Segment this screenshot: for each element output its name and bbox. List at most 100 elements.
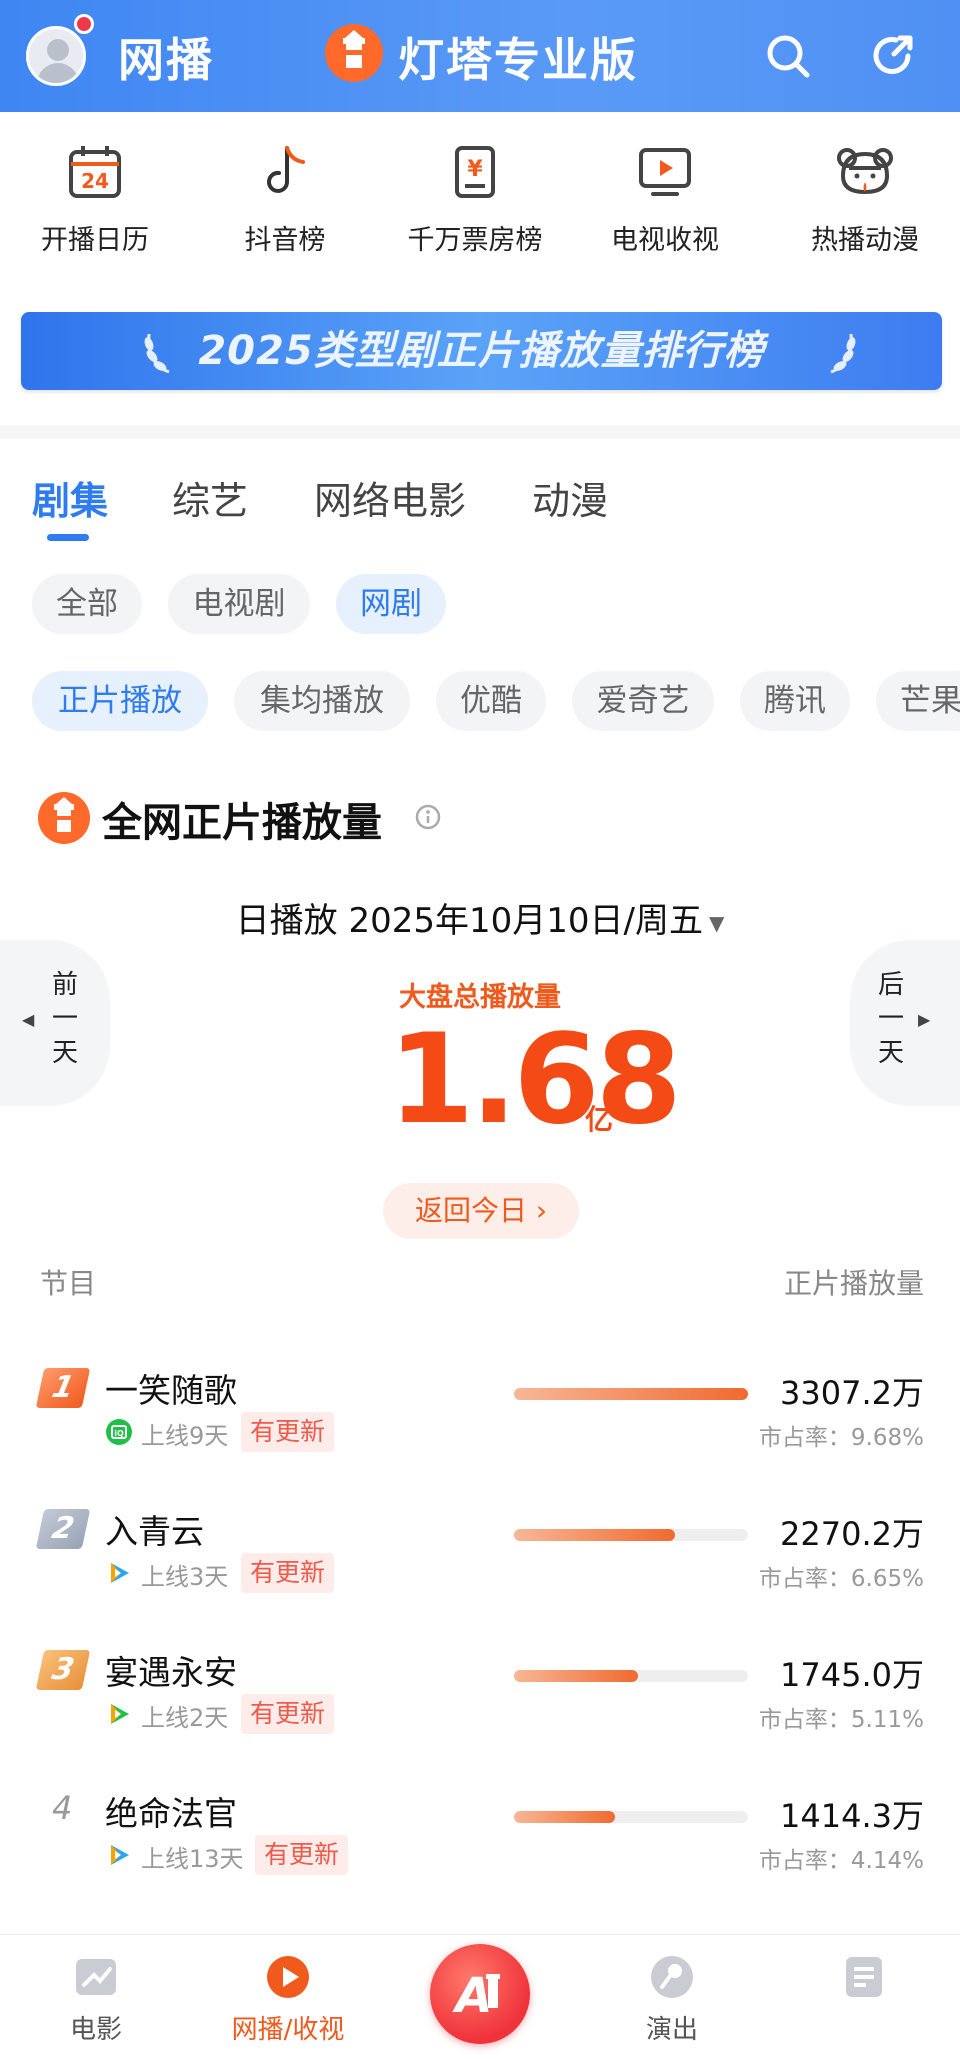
nav-item-more[interactable] [784, 1953, 944, 2009]
quick-item-tiktok[interactable]: 抖音榜 [190, 130, 380, 257]
market-share: 市占率：5.11% [758, 1707, 924, 1733]
svg-text:iQ: iQ [114, 1429, 124, 1438]
tab-anime[interactable]: 动漫 [532, 470, 608, 525]
filter-tv-drama[interactable]: 电视剧 [168, 574, 310, 634]
filter-mango[interactable]: 芒果 [876, 671, 960, 731]
update-badge: 有更新 [241, 1553, 335, 1593]
info-icon[interactable] [414, 803, 442, 831]
svg-text:24: 24 [81, 169, 109, 193]
filter-tencent[interactable]: 腾讯 [740, 671, 850, 731]
column-header-program: 节目 [40, 1267, 97, 1300]
quick-item-label: 电视收视 [611, 225, 719, 256]
market-share: 市占率：6.65% [758, 1566, 924, 1592]
caret-down-icon: ▼ [708, 910, 725, 935]
online-days: 上线3天 [141, 1563, 229, 1591]
show-name: 宴遇永安 [105, 1653, 237, 1692]
online-days: 上线2天 [141, 1704, 229, 1732]
avatar[interactable] [26, 26, 86, 86]
microphone-icon [648, 1953, 696, 2001]
views-amount: 1414.3万 [780, 1797, 924, 1835]
tencent-video-icon [105, 1700, 133, 1728]
share-icon[interactable] [866, 30, 918, 82]
calendar-icon: 24 [63, 140, 127, 204]
column-header-views: 正片播放量 [783, 1267, 924, 1300]
update-badge: 有更新 [241, 1412, 335, 1452]
update-badge: 有更新 [241, 1694, 335, 1734]
show-name: 绝命法官 [105, 1794, 237, 1833]
notification-dot [74, 14, 94, 34]
search-icon[interactable] [762, 30, 814, 82]
nav-item-film[interactable]: 电影 [16, 1953, 176, 2046]
rank-badge: 1 [35, 1368, 91, 1408]
quick-item-calendar[interactable]: 24 开播日历 [0, 130, 190, 257]
table-row[interactable]: 1 一笑随歌 iQ 上线9天 有更新 3307.2万 市占率：9.68% [0, 1354, 960, 1494]
show-name: 入青云 [105, 1512, 204, 1551]
nav-label: 电影 [69, 2015, 122, 2045]
category-tabs: 剧集 综艺 网络电影 动漫 [0, 470, 960, 550]
tencent-video-icon [105, 1841, 133, 1869]
market-share: 市占率：9.68% [758, 1425, 924, 1451]
rank-badge: 2 [35, 1509, 91, 1549]
views-bar [514, 1529, 748, 1541]
views-bar [514, 1670, 748, 1682]
filter-avg-play[interactable]: 集均播放 [234, 671, 410, 731]
tab-variety[interactable]: 综艺 [172, 470, 248, 525]
date-selector[interactable]: 日播放 2025年10月10日/周五 ▼ [0, 893, 960, 942]
active-tab-indicator [47, 534, 89, 541]
quick-item-label: 开播日历 [41, 225, 149, 256]
nav-label: 演出 [645, 2015, 698, 2045]
svg-text:¥: ¥ [467, 157, 483, 182]
quick-item-label: 抖音榜 [244, 225, 326, 256]
tencent-video-icon [105, 1559, 133, 1587]
nav-label: 网播/收视 [231, 2015, 345, 2045]
document-icon [840, 1953, 888, 2001]
lighthouse-logo-icon [38, 792, 90, 844]
tiktok-icon [253, 140, 317, 204]
quick-item-tv[interactable]: 电视收视 [570, 130, 760, 257]
play-icon [264, 1953, 312, 2001]
iqiyi-icon: iQ [105, 1418, 133, 1446]
lighthouse-center-button[interactable]: A [430, 1944, 530, 2044]
update-badge: 有更新 [255, 1835, 349, 1875]
quick-item-label: 热播动漫 [811, 225, 919, 256]
app-page: 网播 灯塔专业版 24 开播日历 抖音榜 ¥ 千万票房榜 电视收视 热播动漫 2… [0, 0, 960, 2059]
show-name: 一笑随歌 [105, 1371, 237, 1410]
anime-icon [833, 140, 897, 204]
banner-text: 2025类型剧正片播放量排行榜 [198, 328, 765, 374]
filter-youku[interactable]: 优酷 [436, 671, 546, 731]
prev-day-button[interactable]: ◀ 前一天 [0, 940, 110, 1106]
quick-item-label: 千万票房榜 [407, 225, 543, 256]
market-share: 市占率：4.14% [758, 1848, 924, 1874]
views-amount: 2270.2万 [780, 1515, 924, 1553]
lighthouse-logo-icon [325, 24, 383, 82]
total-views-unit: 亿 [585, 1103, 614, 1136]
table-row[interactable]: 3 宴遇永安 上线2天 有更新 1745.0万 市占率：5.11% [0, 1636, 960, 1776]
views-amount: 1745.0万 [780, 1656, 924, 1694]
ranking-banner[interactable]: 2025类型剧正片播放量排行榜 [21, 312, 942, 390]
views-amount: 3307.2万 [780, 1374, 924, 1412]
filter-web-drama[interactable]: 网剧 [336, 574, 446, 634]
next-day-button[interactable]: 后一天 ▶ [850, 940, 960, 1106]
quick-item-anime[interactable]: 热播动漫 [770, 130, 960, 257]
filter-main-play[interactable]: 正片播放 [32, 671, 208, 731]
filter-all[interactable]: 全部 [32, 574, 142, 634]
tab-series[interactable]: 剧集 [32, 470, 108, 525]
film-icon [72, 1953, 120, 2001]
nav-item-show[interactable]: 演出 [592, 1953, 752, 2046]
rank-number: 4 [52, 1789, 73, 1827]
section-title: 全网正片播放量 [102, 800, 382, 846]
ticket-yen-icon: ¥ [443, 140, 507, 204]
rank-badge: 3 [35, 1650, 91, 1690]
online-days: 上线9天 [141, 1422, 229, 1450]
laurel-right-icon [830, 333, 856, 374]
online-days: 上线13天 [141, 1845, 244, 1873]
views-bar [514, 1811, 748, 1823]
back-to-today-button[interactable]: 返回今日 › [383, 1183, 579, 1239]
brand-title[interactable]: 灯塔专业版 [398, 24, 638, 90]
table-row[interactable]: 4 绝命法官 上线13天 有更新 1414.3万 市占率：4.14% [0, 1777, 960, 1917]
table-row[interactable]: 2 入青云 上线3天 有更新 2270.2万 市占率：6.65% [0, 1495, 960, 1635]
filter-iqiyi[interactable]: 爱奇艺 [572, 671, 714, 731]
quick-item-boxoffice[interactable]: ¥ 千万票房榜 [380, 130, 570, 257]
tab-web-movie[interactable]: 网络电影 [314, 470, 466, 525]
nav-item-webcast[interactable]: 网播/收视 [208, 1953, 368, 2046]
